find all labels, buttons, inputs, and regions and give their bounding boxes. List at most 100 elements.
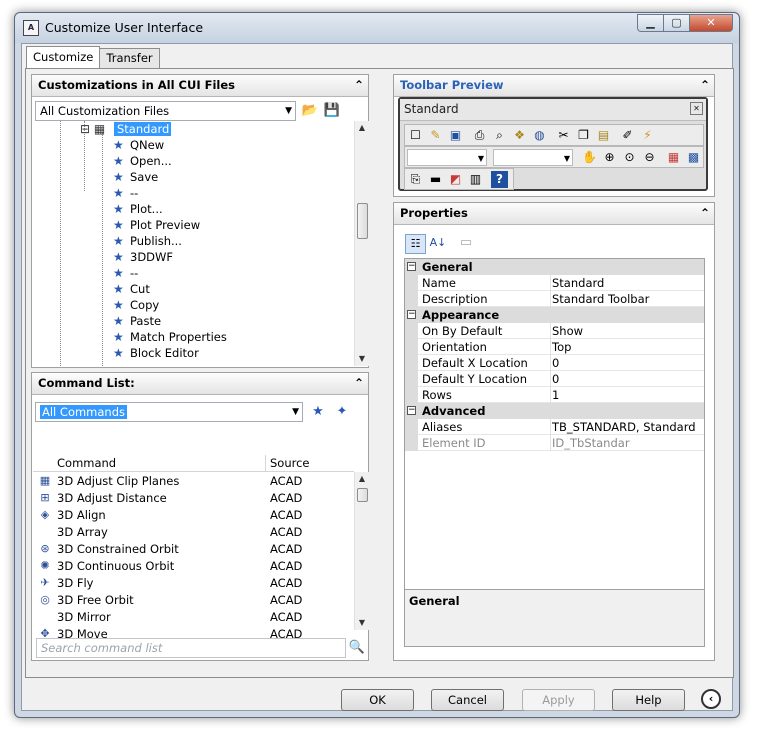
block-editor-icon[interactable]: ⚡	[639, 127, 656, 144]
tree-item[interactable]: ★ Block Editor	[113, 345, 199, 361]
tree-item[interactable]: ★ --	[113, 265, 138, 281]
qnew-icon[interactable]: ☐	[407, 127, 424, 144]
command-row[interactable]: 3D Array ACAD	[33, 524, 354, 541]
property-row[interactable]: Default X Location 0	[405, 355, 704, 371]
customizations-panel-header[interactable]: Customizations in All CUI Files ⌃	[32, 75, 368, 97]
tool-palettes-icon[interactable]: ⎘	[407, 171, 424, 188]
property-value[interactable]: Standard Toolbar	[550, 291, 649, 307]
property-value[interactable]: Standard	[550, 275, 604, 291]
help-button[interactable]: Help	[612, 689, 685, 711]
zoom-previous-icon[interactable]: ⊖	[641, 149, 658, 166]
markup-icon[interactable]: ◩	[447, 171, 464, 188]
collapse-icon[interactable]: ⌃	[700, 203, 710, 224]
paste-icon[interactable]: ▤	[595, 127, 612, 144]
cut-icon[interactable]: ✂	[555, 127, 572, 144]
property-value[interactable]: Top	[550, 339, 571, 355]
ok-button[interactable]: OK	[341, 689, 414, 711]
tree-item[interactable]: ★ Match Properties	[113, 329, 227, 345]
command-row[interactable]: ◎ 3D Free Orbit ACAD	[33, 592, 354, 609]
minimize-button[interactable]: ▁	[637, 14, 663, 32]
tree-item[interactable]: ★ Save	[113, 169, 158, 185]
collapse-icon[interactable]: ⌃	[354, 75, 364, 96]
alphabetical-icon[interactable]: A↓	[428, 234, 448, 254]
command-row[interactable]: ◈ 3D Align ACAD	[33, 507, 354, 524]
tree-item[interactable]: ★ Plot...	[113, 201, 163, 217]
scroll-up-icon[interactable]: ▲	[355, 472, 369, 486]
open-icon[interactable]: ✎	[427, 127, 444, 144]
property-value[interactable]: TB_STANDARD, Standard	[550, 419, 696, 435]
tab-customize[interactable]: Customize	[26, 46, 101, 68]
tree-item[interactable]: ★ Publish...	[113, 233, 182, 249]
save-icon[interactable]: ▣	[447, 127, 464, 144]
3ddwf-icon[interactable]: ◍	[531, 127, 548, 144]
pan-icon[interactable]: ✋	[581, 149, 598, 166]
tree-item[interactable]: ★ Open...	[113, 153, 172, 169]
properties-header[interactable]: Properties ⌃	[394, 203, 714, 225]
plot-preview-icon[interactable]: ⌕	[491, 127, 508, 144]
command-row[interactable]: ✈ 3D Fly ACAD	[33, 575, 354, 592]
command-row[interactable]: ▦ 3D Adjust Clip Planes ACAD	[33, 473, 354, 490]
collapse-dialog-icon[interactable]: ‹	[701, 689, 721, 709]
command-filter-combo[interactable]: All Commands ▼	[35, 402, 303, 422]
column-command[interactable]: Command	[57, 455, 116, 471]
property-row[interactable]: Description Standard Toolbar	[405, 291, 704, 307]
save-file-icon[interactable]: 💾	[323, 102, 341, 120]
design-center-icon[interactable]: ▩	[685, 149, 702, 166]
collapse-minus-icon[interactable]: −	[407, 262, 416, 271]
categorized-icon[interactable]: ☷	[405, 234, 426, 254]
tab-transfer[interactable]: Transfer	[99, 48, 160, 68]
property-row[interactable]: Orientation Top	[405, 339, 704, 355]
publish-icon[interactable]: ❖	[511, 127, 528, 144]
close-button[interactable]: ✕	[689, 14, 733, 32]
collapse-minus-icon[interactable]: −	[407, 310, 416, 319]
command-row[interactable]: ✺ 3D Continuous Orbit ACAD	[33, 558, 354, 575]
property-value[interactable]: 0	[550, 371, 559, 387]
column-source[interactable]: Source	[265, 455, 310, 471]
maximize-button[interactable]: ▢	[663, 14, 689, 32]
scroll-down-icon[interactable]: ▼	[355, 616, 369, 630]
zoom-window-icon[interactable]: ⊙	[621, 149, 638, 166]
command-row[interactable]: 3D Mirror ACAD	[33, 609, 354, 626]
open-file-icon[interactable]: 📂	[301, 102, 319, 120]
cancel-button[interactable]: Cancel	[431, 689, 504, 711]
title-bar[interactable]: A Customize User Interface ▁ ▢ ✕	[15, 13, 739, 43]
collapse-icon[interactable]: ⌃	[700, 75, 710, 96]
property-row[interactable]: Aliases TB_STANDARD, Standard	[405, 419, 704, 435]
search-command-input[interactable]: Search command list	[36, 638, 346, 658]
match-properties-icon[interactable]: ✐	[619, 127, 636, 144]
property-row[interactable]: Element ID ID_TbStandar	[405, 435, 704, 451]
sheet-set-icon[interactable]: ▬	[427, 171, 444, 188]
help-icon[interactable]: ?	[491, 171, 508, 188]
tree-item[interactable]: ★ QNew	[113, 137, 164, 153]
collapse-icon[interactable]: ⌃	[354, 373, 364, 394]
property-category[interactable]: − General	[405, 259, 704, 275]
property-row[interactable]: On By Default Show	[405, 323, 704, 339]
zoom-realtime-icon[interactable]: ⊕	[601, 149, 618, 166]
property-row[interactable]: Name Standard	[405, 275, 704, 291]
customization-files-combo[interactable]: All Customization Files ▼	[35, 101, 296, 121]
property-row[interactable]: Rows 1	[405, 387, 704, 403]
close-icon[interactable]: ✕	[690, 102, 703, 115]
command-list-header[interactable]: Command List: ⌃	[32, 373, 368, 395]
undo-dropdown[interactable]: ▼	[407, 149, 487, 166]
scroll-thumb[interactable]	[357, 203, 368, 239]
collapse-minus-icon[interactable]: −	[407, 406, 416, 415]
toolbar-preview-header[interactable]: Toolbar Preview ⌃	[394, 75, 714, 97]
scroll-down-icon[interactable]: ▼	[355, 352, 369, 366]
command-row[interactable]: ⊞ 3D Adjust Distance ACAD	[33, 490, 354, 507]
find-command-icon[interactable]: ✦	[333, 403, 351, 421]
redo-dropdown[interactable]: ▼	[493, 149, 573, 166]
tree-node-standard[interactable]: ⊟ ▦ Standard	[80, 121, 172, 137]
property-value[interactable]: Show	[550, 323, 583, 339]
tree-scrollbar[interactable]: ▲ ▼	[354, 121, 369, 366]
property-row[interactable]: Default Y Location 0	[405, 371, 704, 387]
property-category[interactable]: − Advanced	[405, 403, 704, 419]
command-row[interactable]: ⊛ 3D Constrained Orbit ACAD	[33, 541, 354, 558]
tree-item[interactable]: ★ Copy	[113, 297, 159, 313]
search-icon[interactable]: 🔍	[348, 639, 366, 657]
copy-icon[interactable]: ❐	[575, 127, 592, 144]
apply-button[interactable]: Apply	[522, 689, 595, 711]
tree-item[interactable]: ★ Paste	[113, 313, 161, 329]
tree-item[interactable]: ★ Cut	[113, 281, 150, 297]
plot-icon[interactable]: ⎙	[471, 127, 488, 144]
